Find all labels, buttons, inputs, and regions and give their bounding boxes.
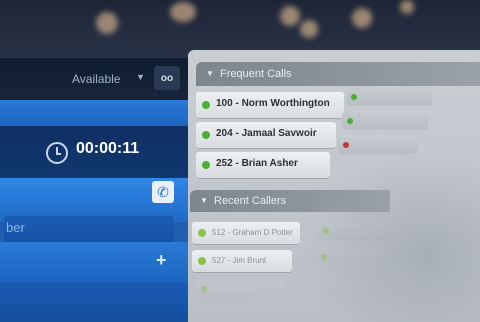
bottom-row (0, 282, 192, 322)
contact-label: 252 - Brian Asher (216, 158, 298, 169)
presence-dot (347, 118, 353, 124)
voicemail-icon: oo (160, 72, 174, 84)
bokeh-light (96, 12, 118, 34)
softphone-screen: Available ▼ oo 00:00:11 ✆ ber + ▼ Freque… (0, 0, 480, 322)
contact-entry[interactable] (196, 280, 286, 298)
call-timer: 00:00:11 (76, 140, 140, 157)
contact-entry[interactable] (346, 88, 432, 106)
contact-entry[interactable] (342, 112, 428, 130)
chevron-down-icon[interactable]: ▼ (136, 72, 145, 82)
phone-button[interactable]: ✆ (152, 181, 174, 203)
presence-dot (201, 286, 207, 292)
add-icon[interactable]: + (156, 250, 167, 271)
phone-icon: ✆ (157, 183, 169, 200)
out-of-focus-area (300, 150, 480, 322)
bokeh-light (300, 20, 318, 38)
presence-dot (198, 257, 206, 265)
dial-input-placeholder: ber (6, 220, 25, 235)
clock-icon (46, 142, 68, 164)
presence-dot (351, 94, 357, 100)
voicemail-button[interactable]: oo (154, 66, 180, 90)
contact-entry[interactable]: 512 - Graham D Potter (192, 222, 300, 244)
contact-entry[interactable]: 204 - Jamaal Savwoir (196, 122, 336, 148)
contact-label: 100 - Norm Worthington (216, 98, 330, 109)
call-row[interactable] (0, 100, 192, 127)
frequent-calls-title: Frequent Calls (220, 68, 292, 80)
bokeh-light (170, 2, 196, 22)
presence-status[interactable]: Available (72, 72, 120, 86)
collapse-triangle-icon: ▼ (206, 69, 214, 78)
contact-label: 527 - Jim Brunt (212, 256, 267, 265)
contact-label: 204 - Jamaal Savwoir (216, 128, 317, 139)
frequent-calls-header[interactable]: ▼ Frequent Calls (196, 62, 480, 86)
bokeh-light (352, 8, 372, 28)
bokeh-light (280, 6, 300, 26)
presence-dot (202, 101, 210, 109)
recent-callers-title: Recent Callers (214, 195, 287, 207)
collapse-triangle-icon: ▼ (200, 196, 208, 205)
contact-entry[interactable]: 527 - Jim Brunt (192, 250, 292, 272)
dial-input[interactable] (4, 216, 174, 242)
presence-dot (343, 142, 349, 148)
presence-dot (202, 161, 210, 169)
bokeh-light (400, 0, 414, 14)
presence-dot (198, 229, 206, 237)
contact-entry[interactable]: 100 - Norm Worthington (196, 92, 344, 118)
contact-label: 512 - Graham D Potter (212, 228, 293, 237)
presence-dot (202, 131, 210, 139)
